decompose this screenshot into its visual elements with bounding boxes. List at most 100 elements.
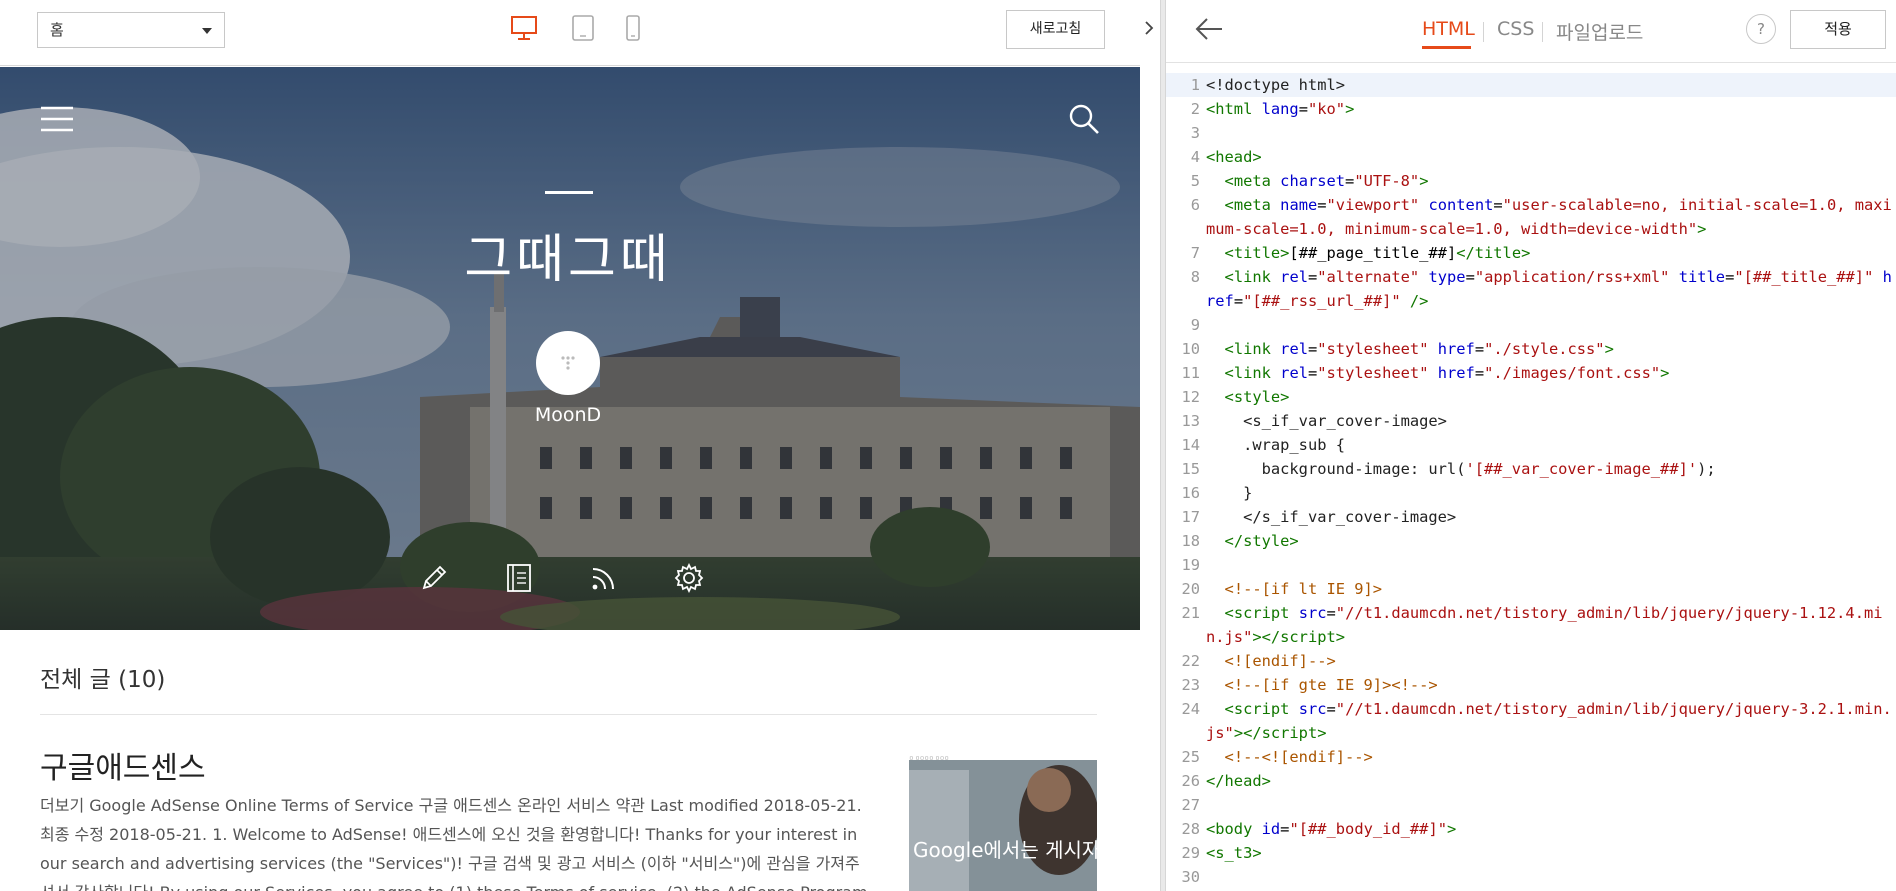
code-text[interactable]: <script src="//t1.daumcdn.net/tistory_ad…	[1206, 697, 1896, 745]
code-line[interactable]: 27	[1166, 793, 1896, 817]
code-text[interactable]	[1206, 313, 1896, 337]
post-thumbnail[interactable]: Google에서는 게시자의 콘텐츠를 소중하게 생각합니다	[909, 760, 1097, 891]
tablet-view-icon[interactable]	[570, 14, 596, 46]
code-line[interactable]: 19	[1166, 553, 1896, 577]
code-text[interactable]: </s_if_var_cover-image>	[1206, 505, 1896, 529]
code-line[interactable]: 6 <meta name="viewport" content="user-sc…	[1166, 193, 1896, 241]
divider	[40, 714, 1097, 715]
code-line[interactable]: 17 </s_if_var_cover-image>	[1166, 505, 1896, 529]
code-text[interactable]: <title>[##_page_title_##]</title>	[1206, 241, 1896, 265]
code-text[interactable]: <!--[if lt IE 9]>	[1206, 577, 1896, 601]
code-text[interactable]: <link rel="stylesheet" href="./images/fo…	[1206, 361, 1896, 385]
help-icon[interactable]: ?	[1746, 14, 1776, 44]
line-number: 19	[1181, 556, 1200, 574]
code-text[interactable]: <meta name="viewport" content="user-scal…	[1206, 193, 1896, 241]
line-number: 20	[1181, 580, 1200, 598]
code-line[interactable]: 16 }	[1166, 481, 1896, 505]
code-line[interactable]: 25 <!--<![endif]-->	[1166, 745, 1896, 769]
code-line[interactable]: 30	[1166, 865, 1896, 889]
desktop-view-icon[interactable]	[510, 14, 538, 46]
code-text[interactable]: </style>	[1206, 529, 1896, 553]
line-number: 3	[1190, 124, 1200, 142]
code-text[interactable]: <html lang="ko">	[1206, 97, 1896, 121]
line-number: 22	[1181, 652, 1200, 670]
code-line[interactable]: 26 </head>	[1166, 769, 1896, 793]
mobile-view-icon[interactable]	[624, 14, 642, 46]
line-number: 4	[1190, 148, 1200, 166]
code-text[interactable]: }	[1206, 481, 1896, 505]
code-line[interactable]: 23 <!--[if gte IE 9]><!-->	[1166, 673, 1896, 697]
line-number: 9	[1190, 316, 1200, 334]
hamburger-menu-icon[interactable]	[40, 105, 74, 137]
code-text[interactable]: <style>	[1206, 385, 1896, 409]
code-text[interactable]: <meta charset="UTF-8">	[1206, 169, 1896, 193]
back-arrow-icon[interactable]	[1194, 16, 1224, 46]
code-line[interactable]: 9	[1166, 313, 1896, 337]
apply-button[interactable]: 적용	[1790, 10, 1886, 49]
pencil-icon[interactable]	[418, 562, 450, 598]
code-line[interactable]: 5 <meta charset="UTF-8">	[1166, 169, 1896, 193]
code-line[interactable]: 28 <body id="[##_body_id_##]">	[1166, 817, 1896, 841]
code-line[interactable]: 11 <link rel="stylesheet" href="./images…	[1166, 361, 1896, 385]
code-line[interactable]: 22 <![endif]-->	[1166, 649, 1896, 673]
tab-html[interactable]: HTML	[1422, 18, 1475, 40]
code-text[interactable]: <link rel="alternate" type="application/…	[1206, 265, 1896, 313]
code-editor[interactable]: 1 <!doctype html> 2 <html lang="ko"> 3 4 <hea…	[1166, 73, 1896, 891]
code-line[interactable]: 21 <script src="//t1.daumcdn.net/tistory…	[1166, 601, 1896, 649]
code-line[interactable]: 29 <s_t3>	[1166, 841, 1896, 865]
code-text[interactable]: <![endif]-->	[1206, 649, 1896, 673]
tab-css[interactable]: CSS	[1497, 18, 1534, 40]
code-line[interactable]: 12 <style>	[1166, 385, 1896, 409]
rss-icon[interactable]	[588, 562, 620, 598]
line-number: 7	[1190, 244, 1200, 262]
code-line[interactable]: 10 <link rel="stylesheet" href="./style.…	[1166, 337, 1896, 361]
code-line[interactable]: 13 <s_if_var_cover-image>	[1166, 409, 1896, 433]
code-line[interactable]: 8 <link rel="alternate" type="applicatio…	[1166, 265, 1896, 313]
code-text[interactable]: <script src="//t1.daumcdn.net/tistory_ad…	[1206, 601, 1896, 649]
refresh-button[interactable]: 새로고침	[1006, 10, 1105, 49]
line-number: 1	[1190, 76, 1200, 94]
avatar[interactable]	[536, 331, 600, 395]
code-line[interactable]: 7 <title>[##_page_title_##]</title>	[1166, 241, 1896, 265]
line-number: 10	[1181, 340, 1200, 358]
code-text[interactable]: <!--<![endif]-->	[1206, 745, 1896, 769]
code-line[interactable]: 15 background-image: url('[##_var_cover-…	[1166, 457, 1896, 481]
code-text[interactable]: .wrap_sub {	[1206, 433, 1896, 457]
code-line[interactable]: 24 <script src="//t1.daumcdn.net/tistory…	[1166, 697, 1896, 745]
code-text[interactable]: </head>	[1206, 769, 1896, 793]
blog-title[interactable]: 그때그때	[0, 217, 1136, 292]
code-line[interactable]: 18 </style>	[1166, 529, 1896, 553]
code-line[interactable]: 3	[1166, 121, 1896, 145]
gear-icon[interactable]	[673, 562, 705, 598]
search-icon[interactable]	[1068, 103, 1100, 139]
tistory-logo-icon	[561, 356, 575, 370]
code-text[interactable]: <!doctype html>	[1206, 73, 1896, 97]
line-number: 8	[1190, 268, 1200, 286]
code-line[interactable]: 2 <html lang="ko">	[1166, 97, 1896, 121]
code-text[interactable]: <body id="[##_body_id_##]">	[1206, 817, 1896, 841]
post-excerpt[interactable]: 더보기 Google AdSense Online Terms of Servi…	[40, 791, 870, 891]
line-number: 16	[1181, 484, 1200, 502]
code-text[interactable]: background-image: url('[##_var_cover-ima…	[1206, 457, 1896, 481]
line-number: 23	[1181, 676, 1200, 694]
code-text[interactable]: <s_if_var_cover-image>	[1206, 409, 1896, 433]
line-number: 18	[1181, 532, 1200, 550]
code-text[interactable]	[1206, 553, 1896, 577]
code-text[interactable]: <!--[if gte IE 9]><!-->	[1206, 673, 1896, 697]
code-text[interactable]	[1206, 793, 1896, 817]
post-title[interactable]: 구글애드센스	[40, 743, 206, 787]
tab-file-upload[interactable]: 파일업로드	[1556, 18, 1643, 45]
line-number: 15	[1181, 460, 1200, 478]
code-line[interactable]: 1 <!doctype html>	[1166, 73, 1896, 97]
code-text[interactable]: <head>	[1206, 145, 1896, 169]
code-text[interactable]: <link rel="stylesheet" href="./style.css…	[1206, 337, 1896, 361]
code-line[interactable]: 4 <head>	[1166, 145, 1896, 169]
line-number: 25	[1181, 748, 1200, 766]
notebook-icon[interactable]	[503, 562, 535, 598]
code-text[interactable]	[1206, 865, 1896, 889]
code-line[interactable]: 20 <!--[if lt IE 9]>	[1166, 577, 1896, 601]
code-text[interactable]: <s_t3>	[1206, 841, 1896, 865]
code-line[interactable]: 14 .wrap_sub {	[1166, 433, 1896, 457]
page-select[interactable]: 홈	[37, 12, 225, 48]
code-text[interactable]	[1206, 121, 1896, 145]
